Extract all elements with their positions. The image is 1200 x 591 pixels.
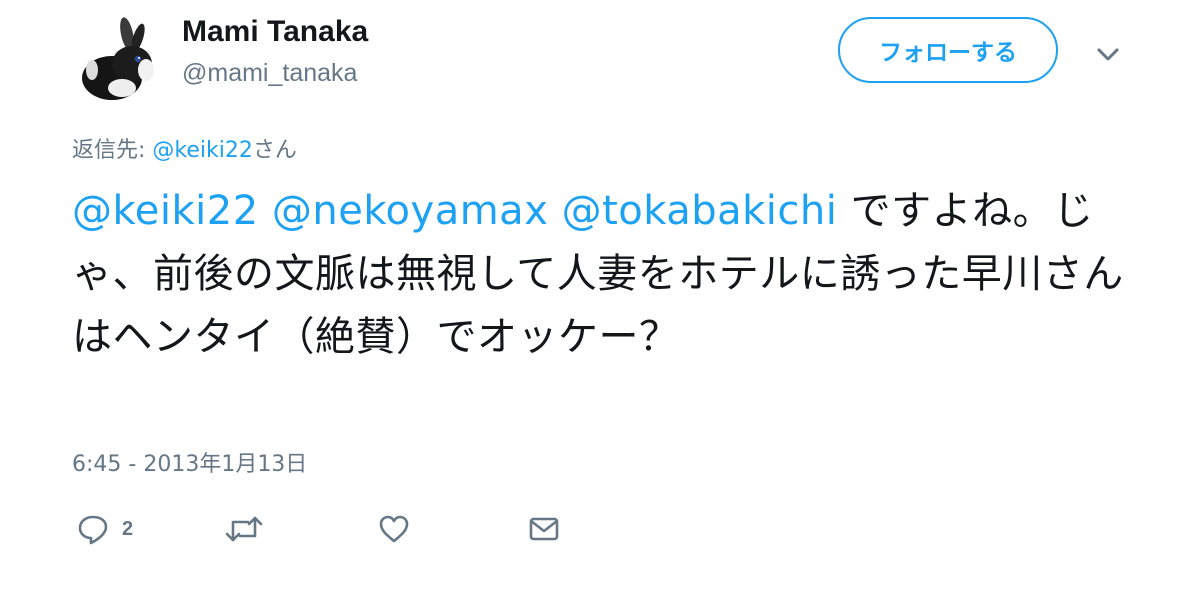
mention-tokabakichi[interactable]: @tokabakichi	[562, 188, 838, 234]
rabbit-avatar-image	[72, 12, 164, 104]
reply-count: 2	[122, 517, 134, 540]
mention-keiki22[interactable]: @keiki22	[72, 188, 259, 234]
reply-icon	[78, 515, 108, 545]
tweet-text: @keiki22 @nekoyamax @tokabakichi ですよね。じゃ…	[72, 180, 1142, 369]
reply-context-prefix: 返信先:	[72, 138, 153, 163]
heart-icon	[379, 515, 409, 543]
tweet-menu-button[interactable]	[1094, 40, 1122, 68]
reply-context: 返信先: @keiki22さん	[72, 134, 297, 168]
like-button[interactable]	[378, 512, 410, 546]
reply-button[interactable]: 2	[76, 512, 133, 546]
tweet-timestamp[interactable]: 6:45 - 2013年1月13日	[72, 449, 307, 481]
retweet-button[interactable]	[224, 512, 264, 546]
user-handle[interactable]: @mami_tanaka	[182, 58, 357, 88]
reply-context-suffix: さん	[252, 138, 297, 163]
envelope-icon	[529, 517, 559, 541]
display-name[interactable]: Mami Tanaka	[182, 14, 368, 50]
follow-button[interactable]: フォローする	[838, 17, 1058, 83]
mention-nekoyamax[interactable]: @nekoyamax	[272, 188, 549, 234]
avatar[interactable]	[72, 12, 164, 104]
chevron-down-icon	[1097, 48, 1119, 61]
retweet-icon	[225, 516, 263, 542]
direct-message-button[interactable]	[528, 512, 560, 546]
reply-context-mention[interactable]: @keiki22	[152, 138, 252, 163]
